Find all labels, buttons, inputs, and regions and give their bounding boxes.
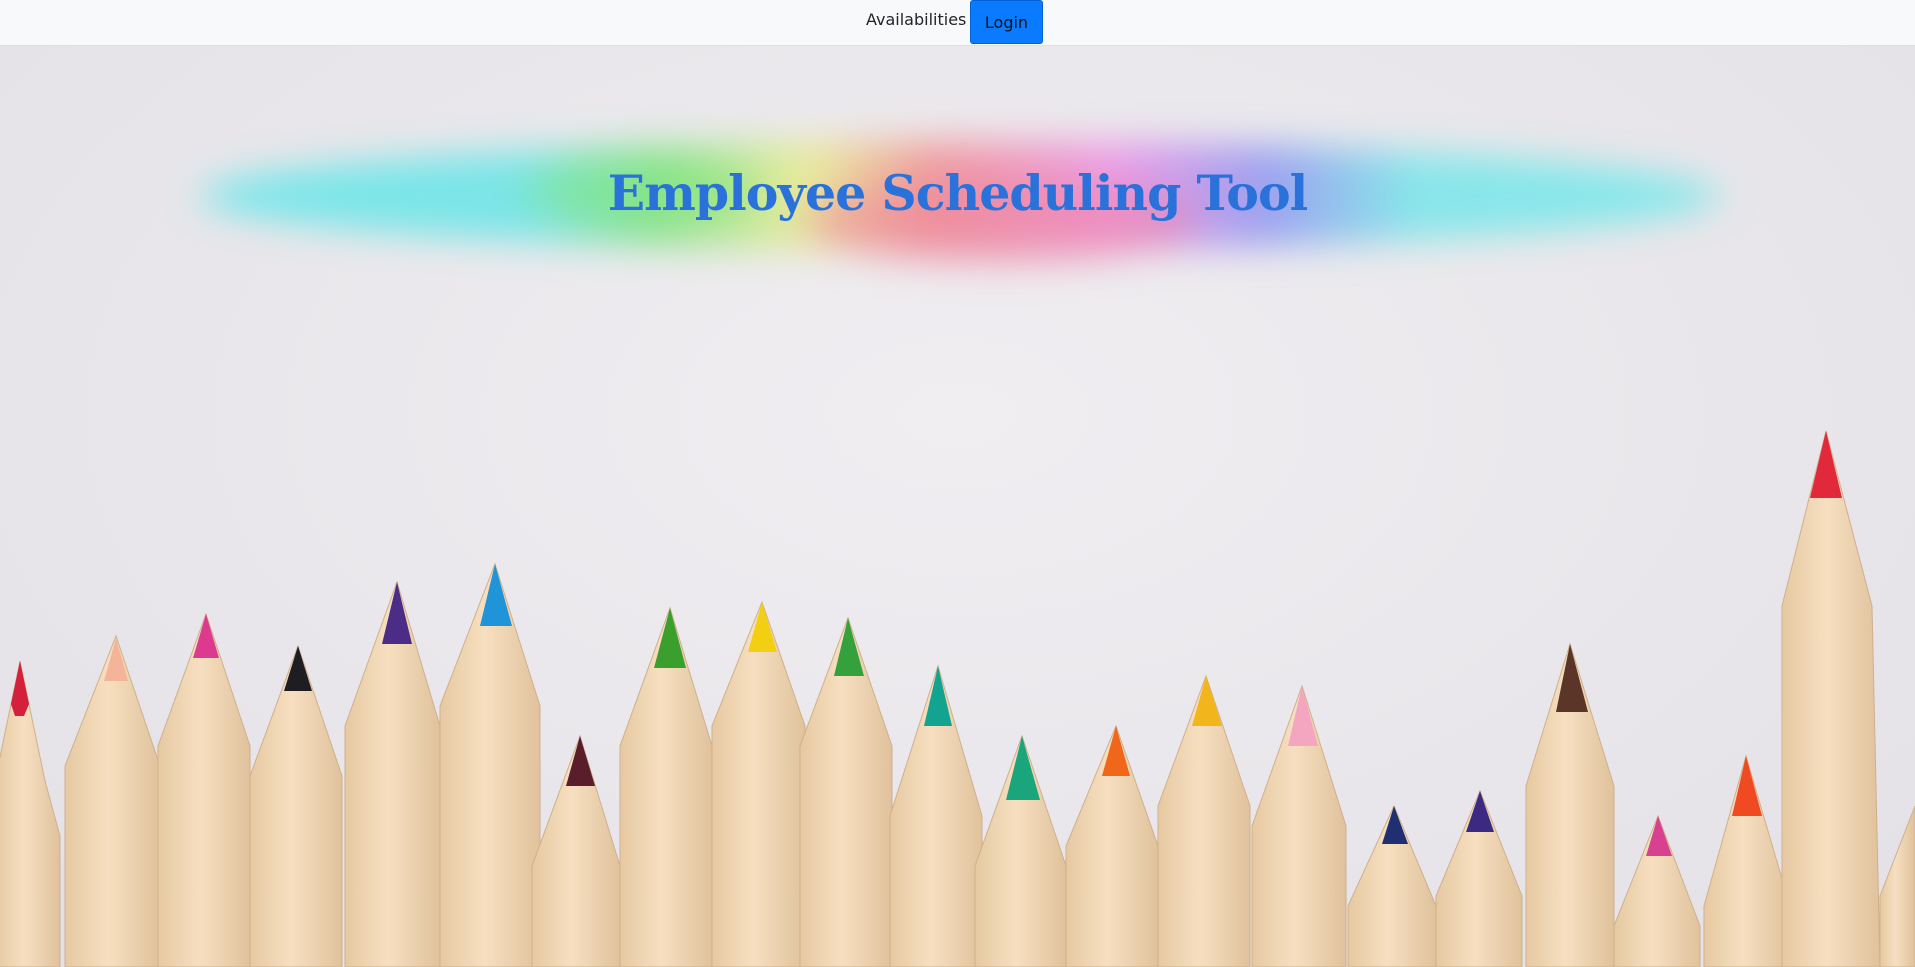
pencil bbox=[64, 634, 161, 967]
login-button[interactable]: Login bbox=[970, 0, 1043, 44]
pencil bbox=[1251, 684, 1347, 967]
pencil bbox=[1065, 724, 1159, 967]
navbar: Availabilities Login bbox=[0, 0, 1915, 46]
pencil bbox=[1435, 789, 1523, 967]
hero-section: Employee Scheduling Tool bbox=[0, 46, 1915, 967]
pencil bbox=[1781, 430, 1881, 967]
pencil bbox=[1703, 754, 1791, 967]
pencil bbox=[711, 600, 806, 967]
pencil bbox=[1157, 674, 1251, 967]
pencil bbox=[889, 664, 983, 967]
pencil bbox=[531, 734, 621, 967]
pencil bbox=[1347, 804, 1437, 967]
pencil-row bbox=[0, 430, 1915, 967]
pencil bbox=[439, 562, 541, 967]
pencil bbox=[344, 580, 441, 967]
pencil bbox=[1879, 805, 1915, 967]
pencil bbox=[799, 616, 893, 967]
pencil bbox=[249, 644, 343, 967]
page-title: Employee Scheduling Tool bbox=[607, 164, 1309, 222]
nav-link-availabilities[interactable]: Availabilities bbox=[866, 9, 966, 31]
pencil bbox=[974, 734, 1067, 967]
pencil bbox=[0, 660, 61, 967]
pencil bbox=[157, 612, 251, 967]
pencil bbox=[619, 606, 713, 967]
pencil bbox=[1525, 642, 1615, 967]
pencil bbox=[1613, 814, 1701, 967]
